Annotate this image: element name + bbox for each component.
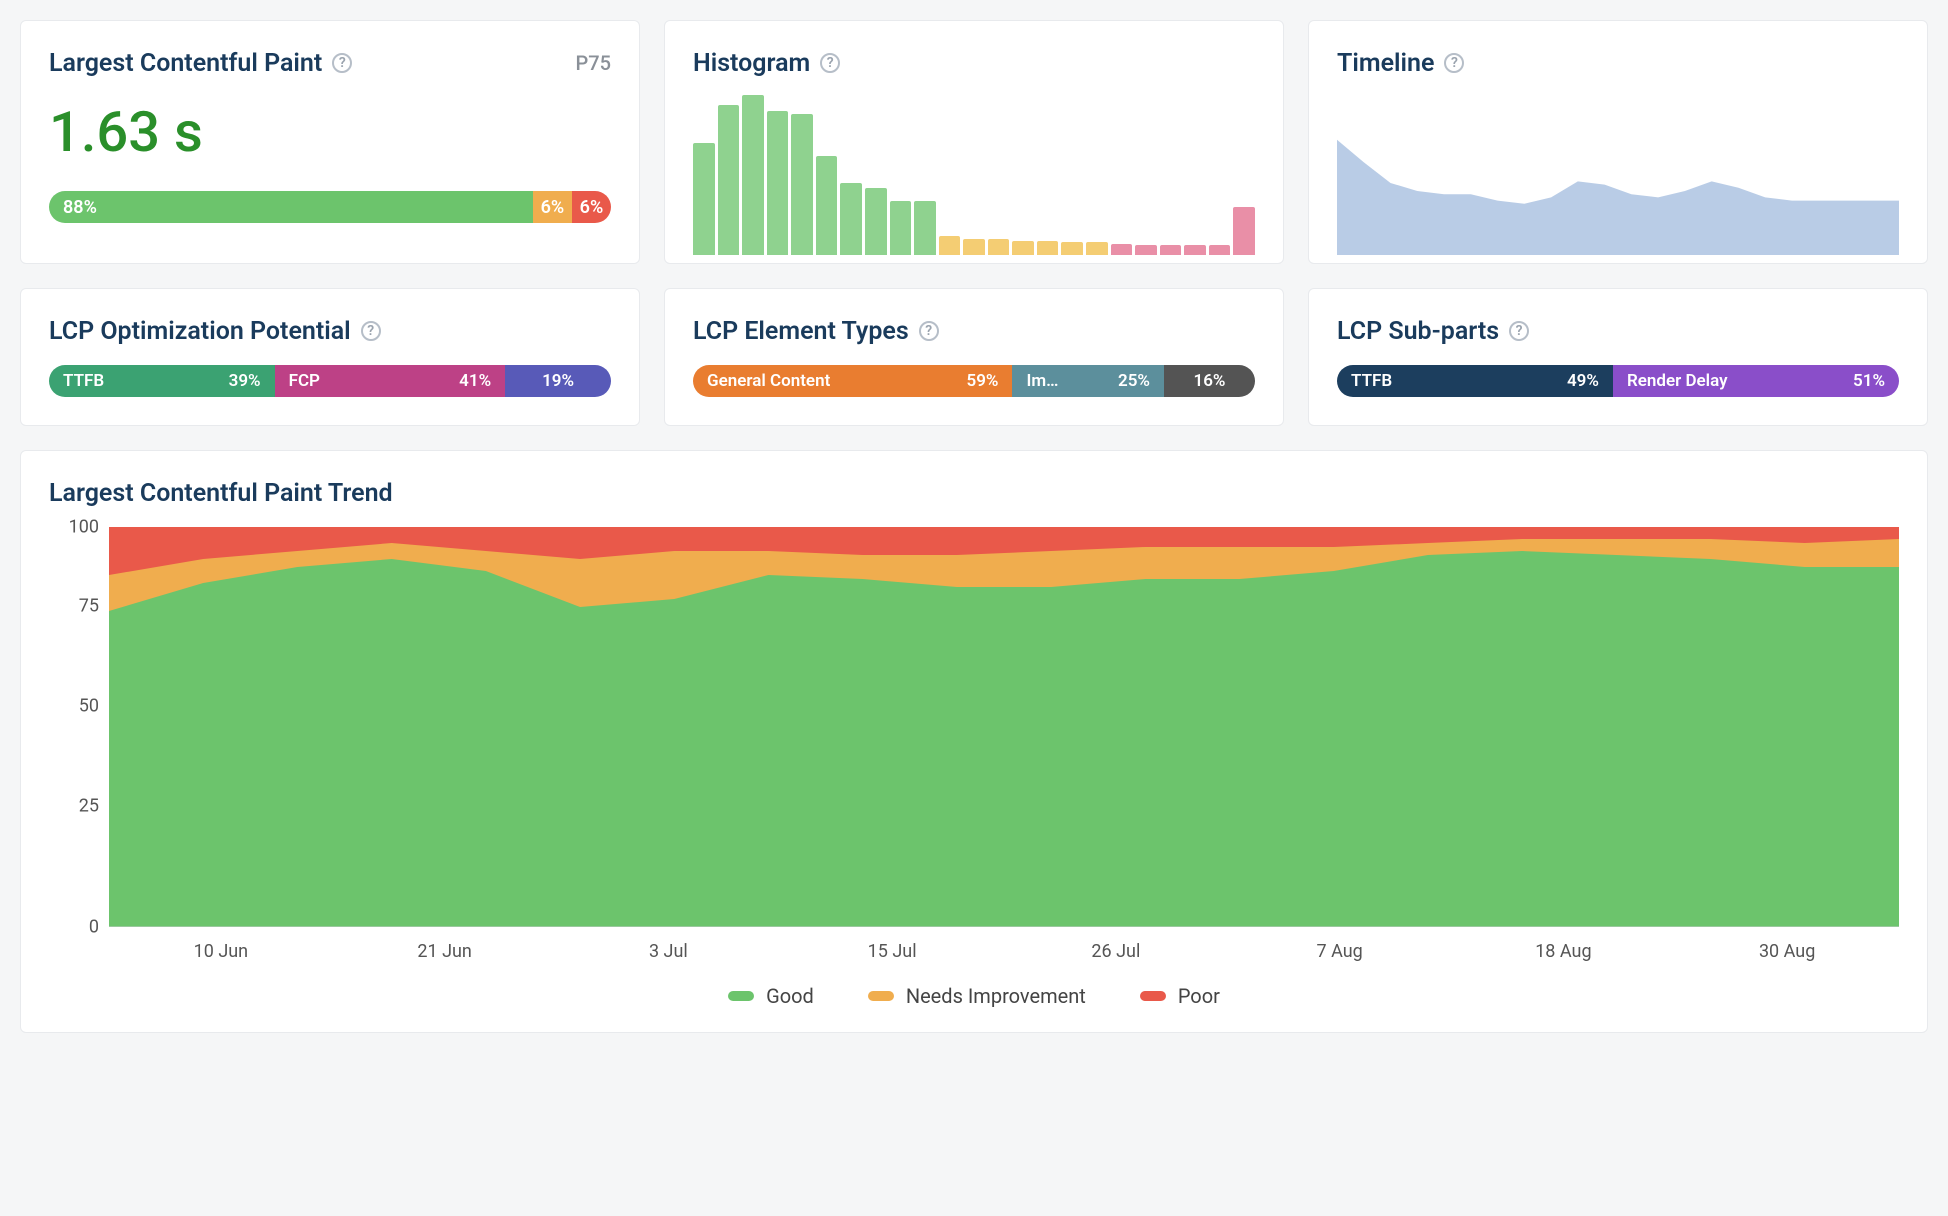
help-icon[interactable]: ? — [919, 321, 939, 341]
optimization-potential-card: LCP Optimization Potential ? TTFB39%FCP4… — [20, 288, 640, 426]
legend-good: Good — [728, 984, 814, 1008]
subparts-pill-bar: TTFB49%Render Delay51% — [1337, 365, 1899, 397]
dist-poor: 6% — [572, 191, 611, 223]
lcp-title: Largest Contentful Paint — [49, 49, 322, 78]
histogram-bar — [791, 114, 813, 255]
legend-poor: Poor — [1140, 984, 1220, 1008]
histogram-bar — [767, 111, 789, 255]
histogram-bar — [1209, 245, 1231, 255]
trend-legend: Good Needs Improvement Poor — [49, 962, 1899, 1008]
help-icon[interactable]: ? — [332, 53, 352, 73]
histogram-bar — [914, 201, 936, 255]
histogram-title: Histogram — [693, 49, 810, 78]
histogram-bar — [1061, 242, 1083, 255]
pill-segment: Im…25% — [1012, 365, 1164, 397]
element-types-card: LCP Element Types ? General Content59%Im… — [664, 288, 1284, 426]
help-icon[interactable]: ? — [1444, 53, 1464, 73]
percentile-badge: P75 — [576, 51, 612, 75]
histogram-bar — [693, 143, 715, 255]
histogram-bar — [1037, 241, 1059, 255]
legend-needs: Needs Improvement — [868, 984, 1086, 1008]
histogram-bar — [890, 201, 912, 255]
histogram-bar — [963, 239, 985, 255]
histogram-card: Histogram ? — [664, 20, 1284, 264]
histogram-bar — [1233, 207, 1255, 255]
opt-pill-bar: TTFB39%FCP41%19% — [49, 365, 611, 397]
pill-segment: 16% — [1164, 365, 1255, 397]
histogram-bar — [939, 236, 961, 255]
subparts-title: LCP Sub-parts — [1337, 317, 1499, 346]
pill-segment: TTFB49% — [1337, 365, 1613, 397]
trend-y-axis: 0 25 50 75 100 — [49, 527, 105, 927]
histogram-bar — [1111, 244, 1133, 255]
pill-segment: Render Delay51% — [1613, 365, 1899, 397]
trend-chart — [109, 527, 1899, 927]
pill-segment: 19% — [505, 365, 611, 397]
dist-needs: 6% — [533, 191, 572, 223]
histogram-bar — [988, 239, 1010, 255]
histogram-bar — [816, 156, 838, 255]
histogram-bar — [840, 183, 862, 255]
sub-parts-card: LCP Sub-parts ? TTFB49%Render Delay51% — [1308, 288, 1928, 426]
histogram-bar — [718, 105, 740, 255]
histogram-bar — [865, 188, 887, 255]
pill-segment: FCP41% — [275, 365, 506, 397]
trend-x-axis: 10 Jun 21 Jun 3 Jul 15 Jul 26 Jul 7 Aug … — [109, 927, 1899, 962]
pill-segment: TTFB39% — [49, 365, 275, 397]
opt-title: LCP Optimization Potential — [49, 317, 351, 346]
help-icon[interactable]: ? — [820, 53, 840, 73]
timeline-card: Timeline ? — [1308, 20, 1928, 264]
lcp-value: 1.63 s — [49, 99, 611, 165]
histogram-bar — [742, 95, 764, 255]
help-icon[interactable]: ? — [361, 321, 381, 341]
timeline-title: Timeline — [1337, 49, 1434, 78]
histogram-bar — [1135, 245, 1157, 255]
histogram-bar — [1184, 245, 1206, 255]
histogram-bar — [1160, 245, 1182, 255]
histogram-bar — [1012, 241, 1034, 255]
etype-title: LCP Element Types — [693, 317, 909, 346]
etype-pill-bar: General Content59%Im…25%16% — [693, 365, 1255, 397]
lcp-distribution-bar: 88% 6% 6% — [49, 191, 611, 223]
trend-title: Largest Contentful Paint Trend — [49, 479, 393, 508]
dist-good: 88% — [49, 191, 533, 223]
histogram-chart — [693, 95, 1255, 255]
help-icon[interactable]: ? — [1509, 321, 1529, 341]
pill-segment: General Content59% — [693, 365, 1012, 397]
histogram-bar — [1086, 242, 1108, 255]
timeline-chart — [1337, 95, 1899, 255]
lcp-summary-card: Largest Contentful Paint ? P75 1.63 s 88… — [20, 20, 640, 264]
trend-card: Largest Contentful Paint Trend 0 25 50 7… — [20, 450, 1928, 1033]
